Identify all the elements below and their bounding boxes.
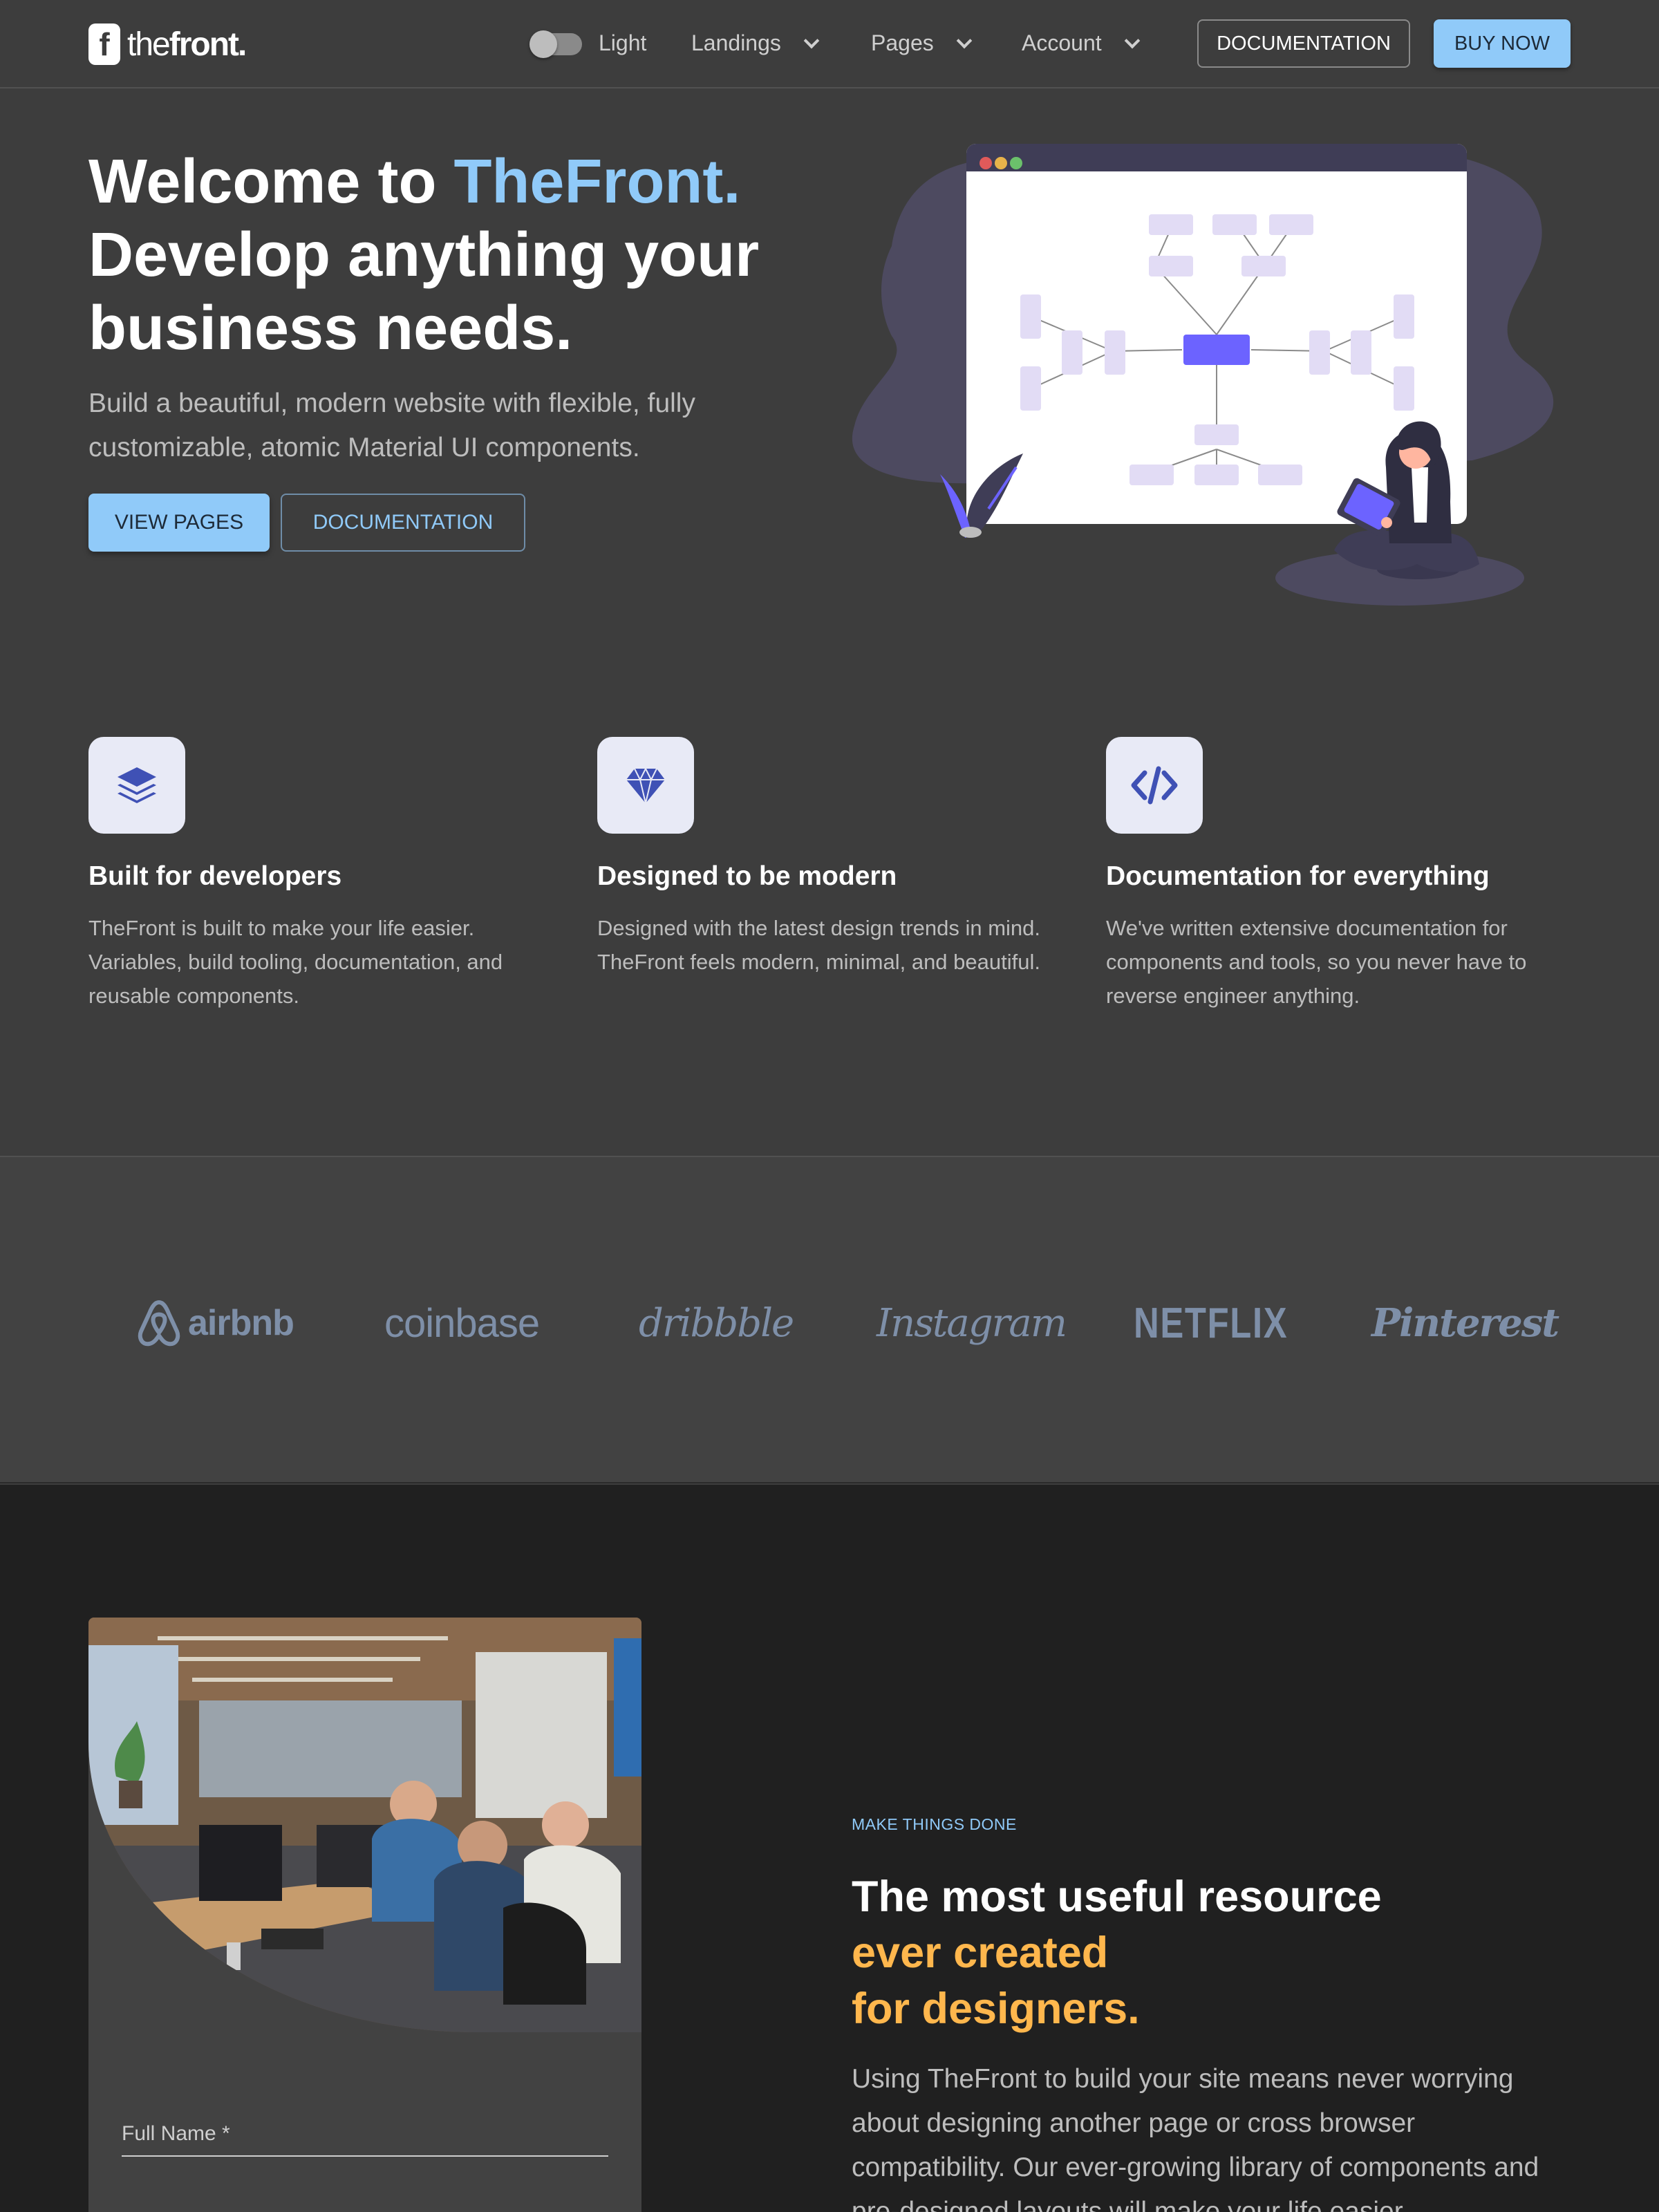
chevron-down-icon	[803, 32, 820, 48]
nav-landings[interactable]: Landings	[691, 30, 820, 56]
hero-illustration	[852, 144, 1554, 606]
layers-icon	[88, 737, 185, 834]
coinbase-logo: coinbase	[384, 1300, 540, 1346]
feature-description: TheFront is built to make your life easi…	[88, 916, 503, 1008]
diamond-icon	[597, 737, 694, 834]
full-name-label: Full Name *	[122, 2122, 230, 2145]
nav-account-label: Account	[1022, 30, 1102, 55]
hero-title-accent: TheFront.	[453, 147, 741, 216]
nav-pages-label: Pages	[871, 30, 934, 55]
chevron-down-icon	[1124, 32, 1140, 48]
feature-title: Built for developers	[88, 861, 342, 891]
nav-landings-label: Landings	[691, 30, 781, 55]
feature-documentation: Documentation for everything We've writt…	[1106, 737, 1576, 1013]
section-title: The most useful resource ever created fo…	[852, 1873, 1382, 2033]
contact-card: Full Name *	[88, 1618, 641, 2212]
brand-logo[interactable]: f thefront.	[88, 24, 247, 65]
theme-toggle-label: Light	[599, 30, 647, 55]
buy-now-button[interactable]: BUY NOW	[1434, 19, 1571, 68]
feature-modern: Designed to be modern Designed with the …	[597, 737, 1067, 979]
view-pages-button[interactable]: VIEW PAGES	[88, 494, 270, 552]
logo-mark: f	[88, 24, 120, 65]
logo-text: thefront.	[127, 26, 247, 63]
nav-account[interactable]: Account	[1022, 30, 1140, 56]
feature-title: Designed to be modern	[597, 861, 897, 891]
netflix-logo: NETFLIX	[1134, 1299, 1288, 1347]
office-photo	[88, 1618, 641, 2032]
airbnb-logo: airbnb	[135, 1292, 294, 1354]
partner-logos: airbnb coinbase dribbble Instagram NETFL…	[0, 1156, 1659, 1483]
hero-subtitle: Build a beautiful, modern website with f…	[88, 388, 695, 462]
nav-pages[interactable]: Pages	[871, 30, 973, 56]
feature-title: Documentation for everything	[1106, 861, 1490, 891]
resource-section: Full Name * MAKE THINGS DONE The most us…	[0, 1485, 1659, 2212]
hero-documentation-button[interactable]: DOCUMENTATION	[281, 494, 525, 552]
feature-developers: Built for developers TheFront is built t…	[88, 737, 559, 1013]
dribbble-logo: dribbble	[639, 1300, 794, 1346]
theme-toggle-knob	[529, 30, 557, 58]
full-name-input[interactable]	[122, 2155, 608, 2157]
chevron-down-icon	[956, 32, 973, 48]
top-navbar: f thefront. Light Landings Pages Account…	[0, 0, 1659, 88]
theme-toggle-switch[interactable]	[529, 30, 582, 58]
feature-description: Designed with the latest design trends i…	[597, 916, 1041, 974]
feature-description: We've written extensive documentation fo…	[1106, 916, 1527, 1008]
instagram-logo: Instagram	[877, 1300, 1067, 1346]
code-icon	[1106, 737, 1203, 834]
hero-title: Welcome to TheFront. Develop anything you…	[88, 147, 760, 363]
pinterest-logo: Pinterest	[1371, 1300, 1559, 1346]
documentation-button[interactable]: DOCUMENTATION	[1197, 19, 1410, 68]
section-description: Using TheFront to build your site means …	[852, 2064, 1539, 2212]
section-eyebrow: MAKE THINGS DONE	[852, 1815, 1017, 1833]
